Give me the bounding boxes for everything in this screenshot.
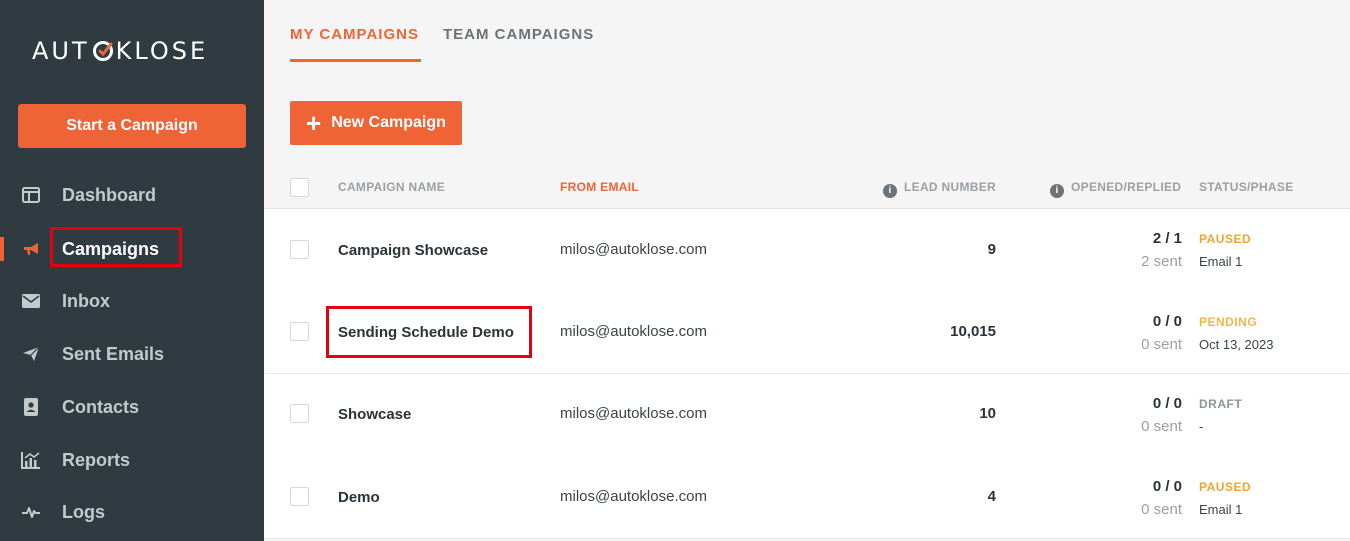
status-badge: PAUSED — [1199, 480, 1252, 494]
start-campaign-button[interactable]: Start a Campaign — [18, 104, 246, 148]
dashboard-icon — [21, 185, 41, 205]
logo-check-icon — [92, 40, 114, 62]
header-lead-number[interactable]: i LEAD NUMBER — [883, 180, 996, 198]
table-row[interactable]: Demo milos@autoklose.com 4 0 / 0 0 sent … — [264, 456, 1350, 539]
envelope-icon — [21, 291, 41, 311]
new-campaign-label: New Campaign — [331, 114, 446, 131]
from-email: milos@autoklose.com — [560, 488, 707, 505]
phase-label: Email 1 — [1199, 502, 1243, 517]
sidebar-item-campaigns[interactable]: Campaigns — [0, 229, 264, 269]
logo-text-right: KLOSE — [115, 37, 209, 65]
campaign-name[interactable]: Demo — [338, 489, 380, 506]
status-badge: PAUSED — [1199, 232, 1252, 246]
sent-count: 0 sent — [1141, 501, 1182, 518]
info-icon[interactable]: i — [1050, 184, 1064, 198]
sidebar-item-reports[interactable]: Reports — [0, 440, 264, 480]
select-all-checkbox[interactable] — [290, 178, 309, 197]
active-tab-underline — [290, 59, 421, 62]
status-badge: DRAFT — [1199, 397, 1243, 411]
phase-label: Email 1 — [1199, 254, 1243, 269]
pulse-icon — [21, 502, 41, 522]
autoklose-logo[interactable]: AUT KLOSE — [32, 36, 208, 66]
lead-number: 10,015 — [950, 323, 996, 340]
sidebar-item-label: Campaigns — [62, 238, 160, 259]
table-header: CAMPAIGN NAME FROM EMAIL i LEAD NUMBER iO… — [264, 166, 1350, 209]
phase-label: Oct 13, 2023 — [1199, 337, 1274, 352]
paper-plane-icon — [21, 344, 41, 364]
sidebar-item-label: Logs — [62, 501, 105, 522]
sent-count: 0 sent — [1141, 336, 1182, 353]
megaphone-icon — [21, 239, 41, 259]
table-row[interactable]: Showcase milos@autoklose.com 10 0 / 0 0 … — [264, 374, 1350, 457]
row-checkbox[interactable] — [290, 240, 309, 259]
phase-label: - — [1199, 419, 1204, 434]
from-email: milos@autoklose.com — [560, 241, 707, 258]
new-campaign-button[interactable]: + New Campaign — [290, 101, 462, 145]
header-lead-number-label: LEAD NUMBER — [904, 180, 996, 194]
contact-card-icon — [21, 397, 41, 417]
table-row[interactable]: Sending Schedule Demo milos@autoklose.co… — [264, 291, 1350, 374]
main-content: MY CAMPAIGNS TEAM CAMPAIGNS + New Campai… — [264, 0, 1350, 541]
opened-replied-count: 0 / 0 — [1152, 313, 1182, 330]
sent-count: 2 sent — [1141, 253, 1182, 270]
row-checkbox[interactable] — [290, 487, 309, 506]
lead-number: 9 — [987, 241, 996, 258]
table-row[interactable]: Campaign Showcase milos@autoklose.com 9 … — [264, 209, 1350, 292]
sidebar-item-inbox[interactable]: Inbox — [0, 281, 264, 321]
sidebar-item-label: Dashboard — [62, 184, 157, 205]
sidebar-item-dashboard[interactable]: Dashboard — [0, 175, 264, 215]
plus-icon: + — [306, 108, 322, 138]
from-email: milos@autoklose.com — [560, 405, 707, 422]
row-checkbox[interactable] — [290, 322, 309, 341]
sidebar-item-label: Inbox — [62, 290, 110, 311]
sidebar-item-sent-emails[interactable]: Sent Emails — [0, 334, 264, 374]
info-icon[interactable]: i — [883, 184, 898, 198]
header-from-email[interactable]: FROM EMAIL — [560, 180, 639, 194]
active-indicator — [0, 237, 4, 261]
sidebar-item-contacts[interactable]: Contacts — [0, 387, 264, 427]
header-campaign-name[interactable]: CAMPAIGN NAME — [338, 180, 445, 194]
from-email: milos@autoklose.com — [560, 323, 707, 340]
sidebar-item-label: Reports — [62, 449, 131, 470]
opened-replied-count: 0 / 0 — [1152, 478, 1182, 495]
header-opened-replied-label: OPENED/REPLIED — [1071, 180, 1182, 194]
sidebar: AUT KLOSE Start a Campaign Dashboard Cam… — [0, 0, 264, 541]
campaign-name[interactable]: Campaign Showcase — [338, 242, 488, 259]
row-checkbox[interactable] — [290, 404, 309, 423]
opened-replied-count: 2 / 1 — [1152, 230, 1182, 247]
campaign-name[interactable]: Showcase — [338, 406, 411, 423]
sidebar-item-logs[interactable]: Logs — [0, 492, 264, 532]
sidebar-item-label: Sent Emails — [62, 343, 165, 364]
sent-count: 0 sent — [1141, 418, 1182, 435]
lead-number: 4 — [987, 488, 996, 505]
tab-team-campaigns[interactable]: TEAM CAMPAIGNS — [443, 26, 594, 43]
lead-number: 10 — [979, 405, 996, 422]
header-opened-replied[interactable]: i OPENED/REPLIED — [1050, 180, 1181, 198]
tab-my-campaigns[interactable]: MY CAMPAIGNS — [290, 26, 419, 43]
opened-replied-count: 0 / 0 — [1152, 395, 1182, 412]
status-badge: PENDING — [1199, 315, 1258, 329]
logo-text-left: AUT — [32, 37, 90, 65]
reports-chart-icon — [21, 450, 41, 470]
header-status-phase: STATUS/PHASE — [1199, 180, 1294, 194]
sidebar-item-label: Contacts — [62, 396, 140, 417]
campaign-name[interactable]: Sending Schedule Demo — [338, 324, 514, 341]
